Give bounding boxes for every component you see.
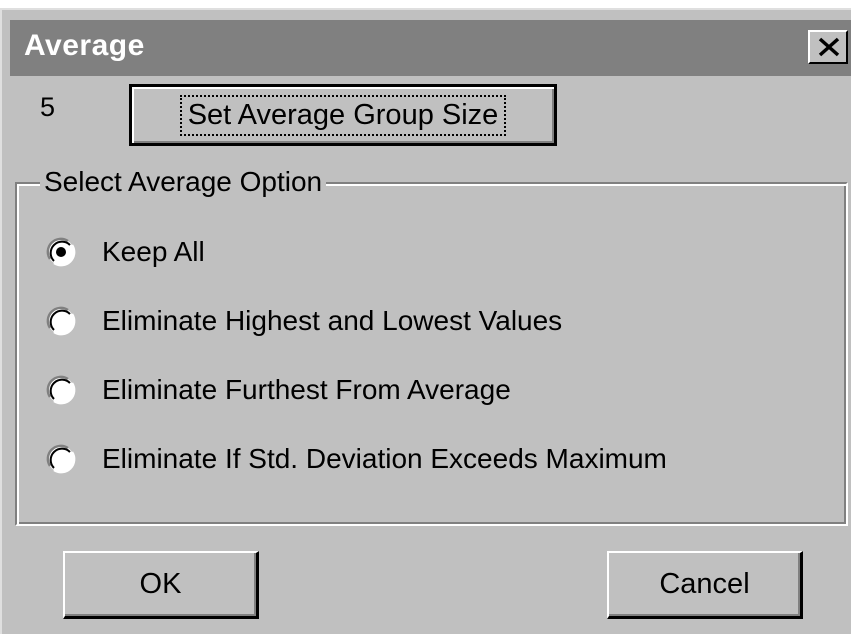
- radio-unselected-icon[interactable]: [46, 306, 76, 336]
- group-legend: Select Average Option: [40, 166, 327, 198]
- radio-eliminate-std-deviation[interactable]: Eliminate If Std. Deviation Exceeds Maxi…: [46, 442, 667, 476]
- cancel-button-label: Cancel: [659, 568, 750, 600]
- set-average-group-size-label: Set Average Group Size: [179, 94, 507, 136]
- ok-button-label: OK: [139, 568, 182, 600]
- radio-selected-icon[interactable]: [46, 237, 76, 267]
- radio-eliminate-furthest[interactable]: Eliminate Furthest From Average: [46, 373, 511, 407]
- group-size-value: 5: [40, 92, 56, 122]
- radio-unselected-icon[interactable]: [46, 375, 76, 405]
- radio-label-eliminate-std-deviation: Eliminate If Std. Deviation Exceeds Maxi…: [102, 443, 667, 474]
- window-title: Average: [24, 29, 145, 62]
- set-average-group-size-button[interactable]: Set Average Group Size: [129, 84, 557, 146]
- radio-label-keep-all: Keep All: [102, 236, 205, 267]
- cancel-button[interactable]: Cancel: [607, 551, 803, 619]
- title-bar[interactable]: Average: [10, 20, 851, 76]
- radio-label-eliminate-furthest: Eliminate Furthest From Average: [102, 374, 511, 405]
- ok-button[interactable]: OK: [63, 551, 259, 619]
- radio-unselected-icon[interactable]: [46, 444, 76, 474]
- radio-eliminate-highest-lowest[interactable]: Eliminate Highest and Lowest Values: [46, 304, 562, 338]
- radio-label-eliminate-highest-lowest: Eliminate Highest and Lowest Values: [102, 305, 563, 336]
- close-icon: [818, 37, 840, 57]
- close-button[interactable]: [808, 30, 848, 64]
- radio-keep-all[interactable]: Keep All: [46, 235, 205, 269]
